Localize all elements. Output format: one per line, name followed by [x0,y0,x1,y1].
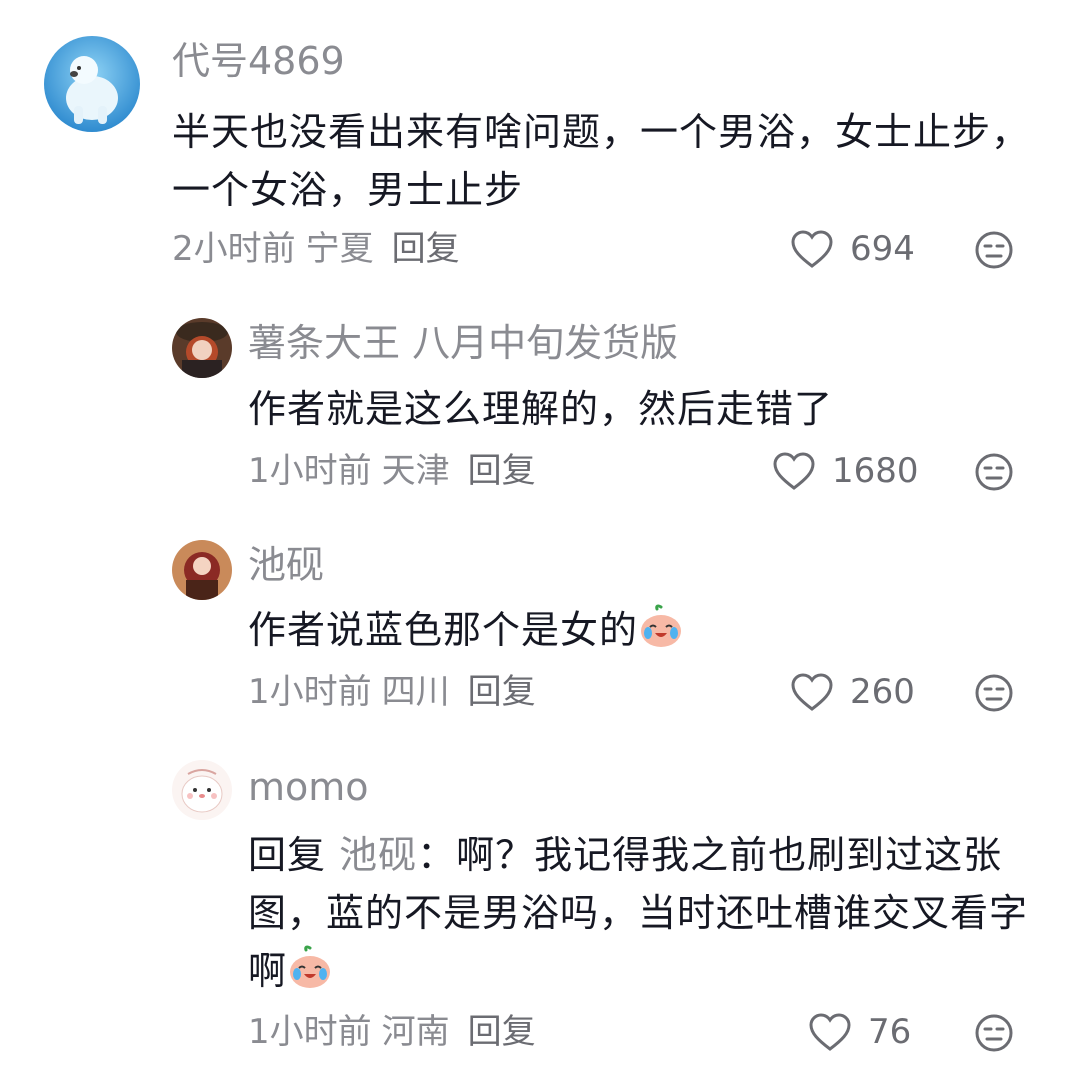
like-count: 260 [850,672,915,712]
anime-avatar-icon [172,540,232,600]
like-button[interactable]: 76 [808,1012,911,1052]
dislike-face-icon[interactable] [974,673,1014,713]
like-button[interactable]: 260 [790,672,915,712]
avatar[interactable] [172,318,232,378]
crying-laughing-emoji-icon [641,604,682,647]
heart-icon [809,1013,851,1051]
reply-button[interactable]: 回复 [468,672,536,712]
anime-avatar-icon [172,318,232,378]
comment-text: 作者就是这么理解的，然后走错了 [248,387,834,431]
comment-meta: 1小时前 四川 回复 [248,672,536,712]
like-button[interactable]: 1680 [772,451,919,491]
reply-button[interactable]: 回复 [392,229,460,269]
reply-button[interactable]: 回复 [468,1012,536,1052]
comment-text: 作者说蓝色那个是女的 [248,601,1028,659]
username[interactable]: momo [248,764,369,810]
location: 四川 [381,672,450,712]
comment-text-body: 作者说蓝色那个是女的 [248,608,639,652]
username[interactable]: 池砚 [248,542,324,588]
reply-target-username[interactable]: 池砚 [339,833,417,877]
dislike-face-icon[interactable] [974,230,1014,270]
location: 河南 [381,1012,450,1052]
cartoon-seal-avatar-icon [172,760,232,820]
dislike-face-icon[interactable] [974,452,1014,492]
dislike-face-icon[interactable] [974,1013,1014,1053]
location: 宁夏 [305,229,374,269]
timestamp: 1小时前 [248,1012,372,1052]
timestamp: 1小时前 [248,451,372,491]
comment-text: 回复 池砚：啊？我记得我之前也刷到过这张图，蓝的不是男浴吗，当时还吐槽谁交叉看字… [248,826,1038,1000]
comment-text: 半天也没看出来有啥问题，一个男浴，女士止步，一个女浴，男士止步 [172,110,1031,212]
reply-prefix: 回复 [248,833,327,877]
timestamp: 1小时前 [248,672,372,712]
like-count: 694 [850,229,915,269]
avatar[interactable] [172,760,232,820]
heart-icon [791,230,833,268]
heart-icon [791,673,833,711]
location: 天津 [381,451,450,491]
avatar[interactable] [44,36,140,132]
polar-bear-avatar-icon [44,36,140,132]
username[interactable]: 代号4869 [172,38,345,84]
comment-meta: 1小时前 河南 回复 [248,1012,536,1052]
username[interactable]: 薯条大王 八月中旬发货版 [248,320,678,366]
reply-button[interactable]: 回复 [468,451,536,491]
crying-laughing-emoji-icon [290,945,331,988]
heart-icon [773,452,815,490]
like-count: 76 [868,1012,912,1052]
like-button[interactable]: 694 [790,229,915,269]
like-count: 1680 [832,451,919,491]
timestamp: 2小时前 [172,229,296,269]
comment-meta: 2小时前 宁夏 回复 [172,229,460,269]
avatar[interactable] [172,540,232,600]
comment-meta: 1小时前 天津 回复 [248,451,536,491]
